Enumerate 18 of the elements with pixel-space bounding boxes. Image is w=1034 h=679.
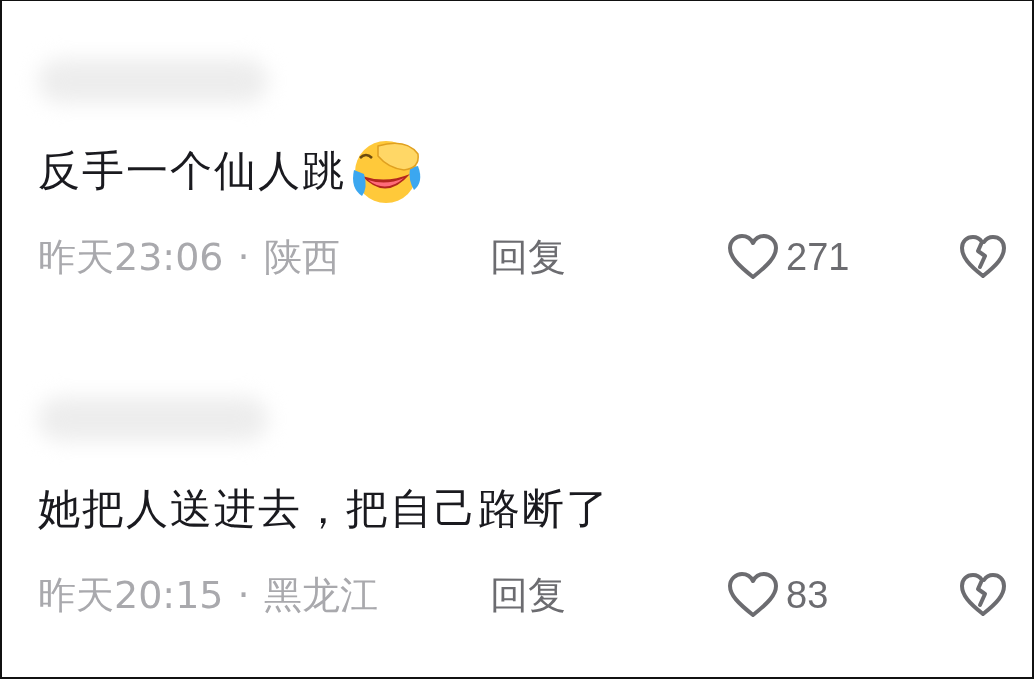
broken-heart-icon <box>958 234 1008 280</box>
comment-text: 反手一个仙人跳 <box>38 145 346 197</box>
separator-dot: · <box>237 573 250 617</box>
like-button[interactable]: 83 <box>726 571 829 619</box>
broken-heart-icon <box>958 572 1008 618</box>
like-count: 83 <box>786 573 829 617</box>
reply-button[interactable]: 回复 <box>490 231 566 283</box>
separator-dot: · <box>237 235 250 279</box>
dislike-button[interactable] <box>958 234 1008 280</box>
reply-button[interactable]: 回复 <box>490 569 566 621</box>
comment-time: 昨天20:15 <box>38 571 224 619</box>
comment-time: 昨天23:06 <box>38 233 224 281</box>
like-button[interactable]: 271 <box>726 233 850 281</box>
comment-text: 她把人送进去，把自己路断了 <box>38 483 610 535</box>
dislike-button[interactable] <box>958 572 1008 618</box>
comment-location: 黑龙江 <box>263 571 378 619</box>
like-count: 271 <box>786 235 850 279</box>
comment-location: 陕西 <box>263 233 340 281</box>
